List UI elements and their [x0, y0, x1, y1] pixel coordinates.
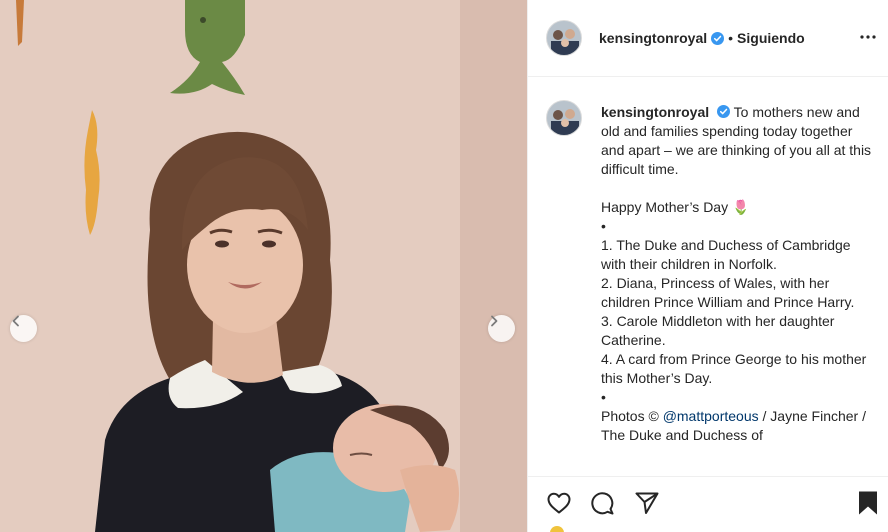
- caption-spacer: [601, 179, 873, 198]
- caption-first-line: kensingtonroyal To mothers new and old a…: [601, 103, 873, 179]
- heart-icon[interactable]: [545, 489, 573, 517]
- caption-text: kensingtonroyal To mothers new and old a…: [601, 103, 873, 445]
- caption-credits: Photos © @mattporteous / Jayne Fincher /…: [601, 407, 873, 445]
- username-link[interactable]: kensingtonroyal: [599, 30, 707, 46]
- avatar-image: [547, 21, 581, 55]
- post-photo[interactable]: [0, 0, 527, 532]
- verified-badge-icon: [711, 31, 725, 45]
- avatar[interactable]: [546, 20, 582, 56]
- caption-section: kensingtonroyal To mothers new and old a…: [546, 100, 886, 476]
- mention-link[interactable]: @mattporteous: [663, 408, 759, 424]
- post-side-panel: kensingtonroyal • Siguiendo kensingtonro…: [527, 0, 888, 532]
- chevron-right-icon: [491, 315, 498, 327]
- verified-badge-icon: [717, 105, 731, 118]
- caption-line: 1. The Duke and Duchess of Cambridge wit…: [601, 237, 851, 272]
- caption-line: •: [601, 218, 606, 234]
- caption-line: 2. Diana, Princess of Wales, with her ch…: [601, 275, 855, 310]
- credits-prefix: Photos ©: [601, 408, 663, 424]
- action-bar: [528, 476, 888, 532]
- following-button[interactable]: Siguiendo: [737, 30, 805, 46]
- next-photo-button[interactable]: [488, 315, 515, 342]
- chevron-left-icon: [12, 315, 19, 327]
- post-header: kensingtonroyal • Siguiendo: [528, 0, 888, 77]
- photo-illustration: [0, 0, 527, 532]
- caption-username-link[interactable]: kensingtonroyal: [601, 104, 709, 120]
- bookmark-icon[interactable]: [854, 489, 882, 517]
- caption-line: 3. Carole Middleton with her daughter Ca…: [601, 313, 835, 348]
- more-options-icon[interactable]: [859, 28, 877, 46]
- previous-photo-button[interactable]: [10, 315, 37, 342]
- caption-line: •: [601, 389, 606, 405]
- avatar-image: [547, 101, 581, 135]
- caption-line: Happy Mother’s Day 🌷: [601, 199, 750, 215]
- paper-plane-icon[interactable]: [633, 489, 661, 517]
- caption-line: 4. A card from Prince George to his moth…: [601, 351, 867, 386]
- caption-avatar[interactable]: [546, 100, 582, 136]
- comment-bubble-icon[interactable]: [588, 489, 616, 517]
- separator-dot: •: [728, 30, 734, 46]
